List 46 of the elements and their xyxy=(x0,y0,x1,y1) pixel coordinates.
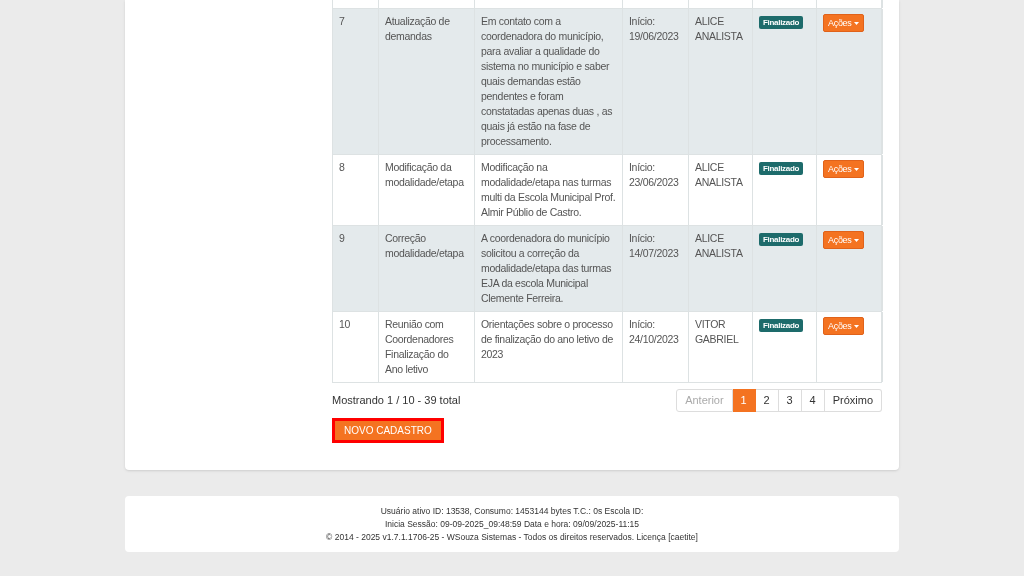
demand-description: Orientações sobre o processo de finalização do ano letivo de 2023 xyxy=(481,318,613,360)
next-page-button[interactable]: Próximo xyxy=(824,389,882,412)
start-date: 24/10/2023 xyxy=(629,332,680,347)
start-date: 23/06/2023 xyxy=(629,175,680,190)
new-record-button[interactable]: NOVO CADASTRO xyxy=(332,418,444,443)
actions-button[interactable]: Ações xyxy=(823,160,864,178)
footer-text: Usuário ativo ID: 13538, Consumo: 1453144 bytes T.C.: 0s Escola ID: xyxy=(380,505,644,517)
caret-icon xyxy=(853,167,859,171)
row-number: 10 xyxy=(339,318,351,330)
page-button[interactable]: 3 xyxy=(778,389,802,412)
demand-title: Atualização de demandas xyxy=(385,15,450,42)
responsible-name: ALICE ANALISTA xyxy=(695,161,743,188)
page-button[interactable]: 1 xyxy=(732,389,756,412)
footer-text: © 2014 - 2025 v1.7.1.1706-25 - WSouza Sistemas - Todos os direitos reservados. Licença [caetite] xyxy=(326,531,698,543)
responsible-name: ALICE ANALISTA xyxy=(695,15,743,42)
demand-description: Modificação na modalidade/etapa nas turmas multi da Escola Municipal Prof. Almir Públio de Castro. xyxy=(481,161,616,218)
actions-button[interactable]: Ações xyxy=(823,317,864,335)
date-label: Início: xyxy=(629,14,656,29)
date-label: Início: xyxy=(629,231,656,246)
footer-text: Inicia Sessão: 09-09-2025_09:48:59 Data e hora: 09/09/2025-11:15 xyxy=(384,518,640,530)
row-number: 7 xyxy=(339,15,345,27)
start-date: 14/07/2023 xyxy=(629,246,680,261)
actions-button[interactable]: Ações xyxy=(823,231,864,249)
row-number: 9 xyxy=(339,232,345,244)
demand-description: A coordenadora do município solicitou a correção da modalidade/etapa das turmas EJA da escola Municipal Clemente Ferreira. xyxy=(481,232,612,304)
status-badge: Finalizado xyxy=(759,319,804,332)
caret-icon xyxy=(853,238,859,242)
demand-description: Em contato com a coordenadora do município, para avaliar a qualidade do sistema no município e saber quais demandas estão pendentes e foram constatadas apenas duas , as quais já estão na fase de processamento. xyxy=(481,15,613,147)
actions-button[interactable]: Ações xyxy=(823,14,864,32)
demand-title: Reunião com Coordenadores Finalização do Ano letivo xyxy=(385,318,454,375)
status-badge: Finalizado xyxy=(759,16,804,29)
date-label: Início: xyxy=(629,160,656,175)
demand-title: Modificação da modalidade/etapa xyxy=(385,161,464,188)
responsible-name: ALICE ANALISTA xyxy=(695,232,743,259)
row-number: 8 xyxy=(339,161,345,173)
caret-icon xyxy=(853,324,859,328)
start-date: 19/06/2023 xyxy=(629,29,680,44)
responsible-name: VITOR GABRIEL xyxy=(695,318,739,345)
demand-title: Correção modalidade/etapa xyxy=(385,232,464,259)
records-summary: Mostrando 1 / 10 - 39 total xyxy=(332,393,461,409)
page-button[interactable]: 4 xyxy=(801,389,825,412)
date-label: Início: xyxy=(629,317,656,332)
status-badge: Finalizado xyxy=(759,233,804,246)
status-badge: Finalizado xyxy=(759,162,804,175)
page-button[interactable]: 2 xyxy=(755,389,779,412)
caret-icon xyxy=(853,21,859,25)
